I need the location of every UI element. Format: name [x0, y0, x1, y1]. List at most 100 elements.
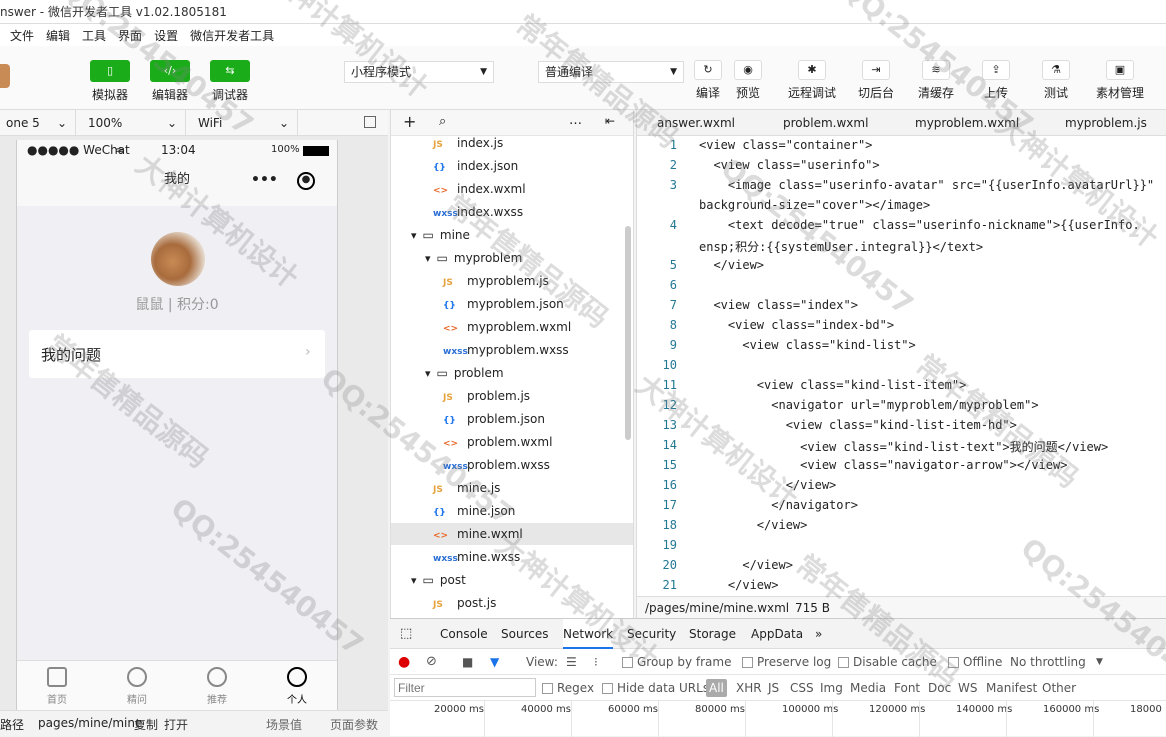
- more-icon[interactable]: …: [569, 113, 582, 128]
- network-timeline[interactable]: 20000 ms 40000 ms 60000 ms 80000 ms 100000 m…: [390, 701, 1166, 737]
- code-lines[interactable]: 1 <view class="container"> 2 <view class="…: [637, 138, 1166, 594]
- close-capsule-icon[interactable]: ●: [297, 172, 315, 190]
- hide-data-urls-checkbox[interactable]: [602, 683, 613, 694]
- list-view-icon[interactable]: ☰: [566, 649, 577, 675]
- chevron-down-icon[interactable]: ▾: [411, 229, 417, 242]
- file-item[interactable]: wxssproblem.wxss: [391, 454, 633, 476]
- tab-myproblem-wxml[interactable]: myproblem.wxml: [915, 110, 1019, 136]
- file-item[interactable]: wxssmine.wxss: [391, 546, 633, 568]
- preserve-log-checkbox[interactable]: [742, 657, 753, 668]
- tab-storage[interactable]: Storage: [689, 619, 736, 649]
- simulator-toggle-button[interactable]: ▯: [90, 60, 130, 82]
- code-line[interactable]: <text decode="true" class="userinfo-nick…: [699, 218, 1140, 232]
- type-filter-other[interactable]: Other: [1042, 675, 1076, 701]
- file-item[interactable]: JS index.js: [391, 132, 633, 154]
- disable-cache-checkbox[interactable]: [838, 657, 849, 668]
- tab-network[interactable]: Network: [563, 619, 614, 649]
- compile-select[interactable]: 普通编译 ▼: [538, 61, 684, 83]
- my-questions-row[interactable]: 我的问题 ›: [29, 330, 325, 378]
- add-file-icon[interactable]: +: [403, 112, 416, 131]
- folder-item[interactable]: ▾ ▭ mine: [391, 224, 633, 246]
- file-item[interactable]: JS myproblem.js: [391, 270, 633, 292]
- chevron-down-icon[interactable]: ▾: [425, 252, 431, 265]
- filter-input[interactable]: [394, 678, 536, 697]
- type-filter-media[interactable]: Media: [850, 675, 886, 701]
- chevron-down-icon[interactable]: ▾: [411, 574, 417, 587]
- copy-path-link[interactable]: 复制: [134, 716, 158, 733]
- clear-cache-button[interactable]: ≋ 清缓存: [911, 60, 961, 101]
- remote-debug-button[interactable]: ✱ 远程调试: [787, 60, 837, 101]
- menu-view[interactable]: 界面: [118, 27, 142, 44]
- type-filter-doc[interactable]: Doc: [928, 675, 951, 701]
- network-select[interactable]: WiFi ⌄: [192, 110, 298, 136]
- capture-screenshots-icon[interactable]: ■: [462, 649, 473, 675]
- chevron-down-icon[interactable]: ▾: [425, 367, 431, 380]
- chevron-down-icon[interactable]: ▼: [1096, 649, 1103, 675]
- open-path-link[interactable]: 打开: [164, 716, 188, 733]
- tab-myproblem-js[interactable]: myproblem.js: [1065, 110, 1147, 136]
- background-button[interactable]: ⇥ 切后台: [851, 60, 901, 101]
- file-item[interactable]: wxssmyproblem.wxss: [391, 339, 633, 361]
- upload-button[interactable]: ⇪ 上传: [971, 60, 1021, 101]
- preserve-log-toggle[interactable]: Preserve log: [742, 649, 831, 675]
- tab-problem-wxml[interactable]: problem.wxml: [783, 110, 868, 136]
- tab-console[interactable]: Console: [440, 619, 488, 649]
- device-select[interactable]: one 5 ⌄: [0, 110, 76, 136]
- folder-item[interactable]: ▾ ▭ myproblem: [391, 247, 633, 269]
- type-filter-ws[interactable]: WS: [958, 675, 977, 701]
- type-filter-font[interactable]: Font: [894, 675, 920, 701]
- collapse-panel-icon[interactable]: ⇤: [605, 114, 615, 128]
- tab-appdata[interactable]: AppData: [751, 619, 803, 649]
- file-tree-scrollbar[interactable]: [625, 226, 631, 440]
- code-line[interactable]: <view class="kind-list-item">: [699, 378, 967, 392]
- waterfall-view-icon[interactable]: ⁝: [594, 649, 598, 675]
- assets-button[interactable]: ▣ 素材管理: [1095, 60, 1145, 101]
- code-line[interactable]: <view class="navigator-arrow"></view>: [699, 458, 1067, 472]
- tab-ask[interactable]: 精问: [105, 667, 169, 706]
- tab-me[interactable]: 个人: [265, 667, 329, 706]
- file-item[interactable]: wxssindex.wxss: [391, 201, 633, 223]
- file-item[interactable]: <> myproblem.wxml: [391, 316, 633, 338]
- code-line[interactable]: </view>: [699, 558, 793, 572]
- test-button[interactable]: ⚗ 测试: [1031, 60, 1081, 101]
- type-filter-xhr[interactable]: XHR: [736, 675, 762, 701]
- regex-checkbox[interactable]: [542, 683, 553, 694]
- group-by-frame-toggle[interactable]: Group by frame: [622, 649, 731, 675]
- file-item[interactable]: JS post.js: [391, 592, 633, 614]
- more-menu-icon[interactable]: •••: [251, 160, 278, 200]
- file-item[interactable]: JS problem.js: [391, 385, 633, 407]
- file-item[interactable]: <> problem.wxml: [391, 431, 633, 453]
- tab-home[interactable]: 首页: [25, 667, 89, 706]
- regex-toggle[interactable]: Regex: [542, 675, 594, 701]
- scene-value-link[interactable]: 场景值: [266, 716, 302, 733]
- file-item[interactable]: {} mine.json: [391, 500, 633, 522]
- more-tabs-icon[interactable]: »: [815, 619, 822, 649]
- code-line[interactable]: </view>: [699, 478, 837, 492]
- clear-icon[interactable]: ⊘: [426, 649, 437, 675]
- tab-security[interactable]: Security: [627, 619, 676, 649]
- tab-recommend[interactable]: 推荐: [185, 667, 249, 706]
- record-icon[interactable]: ●: [398, 649, 410, 675]
- type-filter-css[interactable]: CSS: [790, 675, 814, 701]
- type-filter-img[interactable]: Img: [820, 675, 843, 701]
- offline-toggle[interactable]: Offline: [948, 649, 1002, 675]
- code-line[interactable]: ensp;积分:{{systemUser.integral}}</text>: [699, 238, 983, 255]
- code-line[interactable]: <navigator url="myproblem/myproblem">: [699, 398, 1038, 412]
- code-line[interactable]: <view class="container">: [699, 138, 872, 152]
- code-line[interactable]: </view>: [699, 518, 808, 532]
- menu-edit[interactable]: 编辑: [46, 27, 70, 44]
- code-line[interactable]: <view class="index-bd">: [699, 318, 894, 332]
- menu-tools[interactable]: 工具: [82, 27, 106, 44]
- file-item[interactable]: <> index.wxml: [391, 178, 633, 200]
- search-icon[interactable]: ⌕: [439, 114, 446, 129]
- mode-select[interactable]: 小程序模式 ▼: [344, 61, 494, 83]
- code-line[interactable]: <view class="kind-list-text">我的问题</view>: [699, 438, 1108, 455]
- detach-window-icon[interactable]: [364, 116, 376, 128]
- folder-item[interactable]: ▾ ▭ problem: [391, 362, 633, 384]
- offline-checkbox[interactable]: [948, 657, 959, 668]
- code-line[interactable]: <image class="userinfo-avatar" src="{{us…: [699, 178, 1154, 192]
- user-avatar[interactable]: [0, 64, 10, 88]
- filter-icon[interactable]: ▼: [490, 649, 499, 675]
- code-line[interactable]: <view class="kind-list-item-hd">: [699, 418, 1017, 432]
- code-line[interactable]: </view>: [699, 258, 764, 272]
